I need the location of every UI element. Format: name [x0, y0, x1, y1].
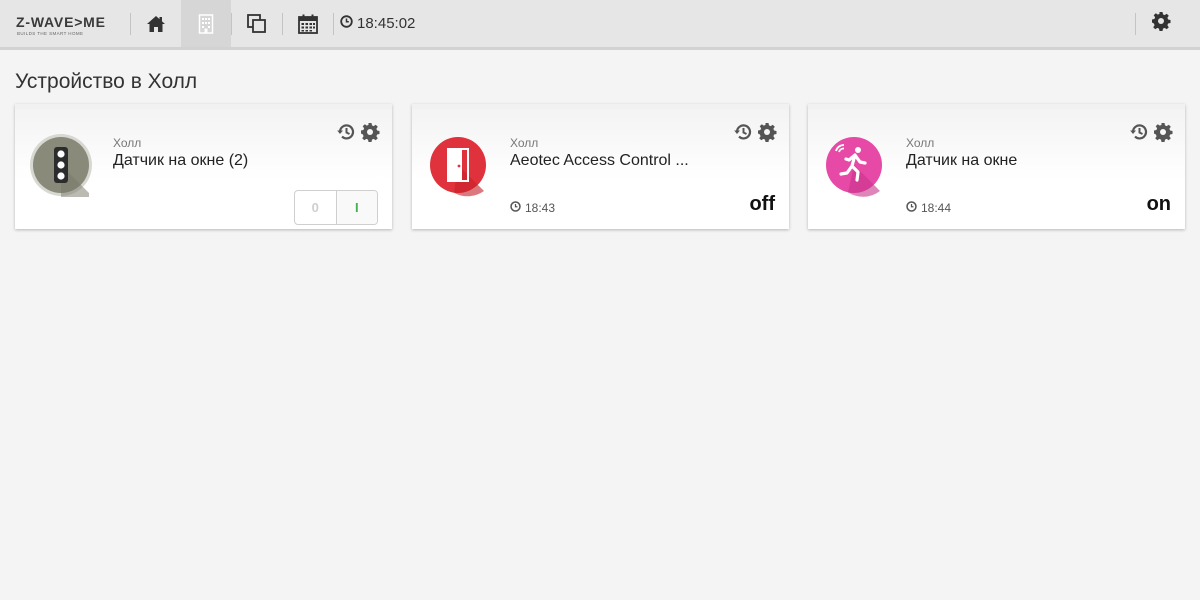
card-title: Датчик на окне (2) [113, 152, 249, 169]
traffic-light-icon[interactable] [29, 133, 93, 197]
switch-on-button[interactable]: I [336, 191, 377, 224]
nav-elements-button[interactable] [232, 0, 282, 47]
card-update-time: 18:44 [906, 201, 951, 215]
gear-icon[interactable] [757, 122, 777, 147]
device-card: Холл Aeotec Access Control ... 18:43 off [412, 104, 789, 229]
nav-events-button[interactable] [283, 0, 333, 47]
gear-icon[interactable] [1153, 122, 1173, 147]
logo-text: Z-WAVE>ME [16, 14, 106, 30]
clock-icon [510, 201, 521, 215]
door-icon[interactable] [426, 133, 490, 197]
logo-tagline: BUILDS THE SMART HOME [17, 31, 84, 36]
card-time-text: 18:43 [525, 201, 556, 215]
history-icon[interactable] [1129, 122, 1149, 147]
card-room-label: Холл [906, 136, 935, 150]
page-title: Устройство в Холл [15, 70, 198, 93]
clock: 18:45:02 [340, 15, 415, 32]
gear-icon[interactable] [360, 122, 380, 147]
card-room-label: Холл [510, 136, 539, 150]
card-actions [336, 122, 380, 147]
divider [333, 12, 334, 35]
logo[interactable]: Z-WAVE>ME BUILDS THE SMART HOME [0, 0, 130, 47]
card-level: off [749, 193, 775, 215]
copy-icon [247, 13, 267, 34]
card-room-label: Холл [113, 136, 142, 150]
card-actions [1129, 122, 1173, 147]
card-title: Датчик на окне [906, 152, 1018, 169]
device-card: Холл Датчик на окне 18:44 on [808, 104, 1185, 229]
card-actions [733, 122, 777, 147]
nav-rooms-button[interactable] [181, 0, 231, 47]
top-navbar: Z-WAVE>ME BUILDS THE SMART HOME 18:45:02 [0, 0, 1200, 50]
history-icon[interactable] [336, 122, 356, 147]
nav-home-button[interactable] [131, 0, 181, 47]
calendar-icon [298, 14, 318, 34]
clock-icon [340, 15, 353, 32]
switch-off-button[interactable]: 0 [295, 191, 337, 224]
settings-button[interactable] [1136, 0, 1186, 47]
home-icon [146, 15, 166, 33]
card-time-text: 18:44 [921, 201, 952, 215]
gear-icon [1151, 11, 1171, 36]
clock-time: 18:45:02 [357, 15, 416, 32]
on-off-switch: 0 I [294, 190, 378, 225]
card-title: Aeotec Access Control ... [510, 152, 689, 169]
card-update-time: 18:43 [510, 201, 555, 215]
history-icon[interactable] [733, 122, 753, 147]
card-level: on [1146, 193, 1171, 215]
device-card: Холл Датчик на окне (2) 0 I [15, 104, 392, 229]
motion-sensor-icon[interactable] [822, 133, 886, 197]
building-icon [198, 13, 214, 34]
clock-icon [906, 201, 917, 215]
